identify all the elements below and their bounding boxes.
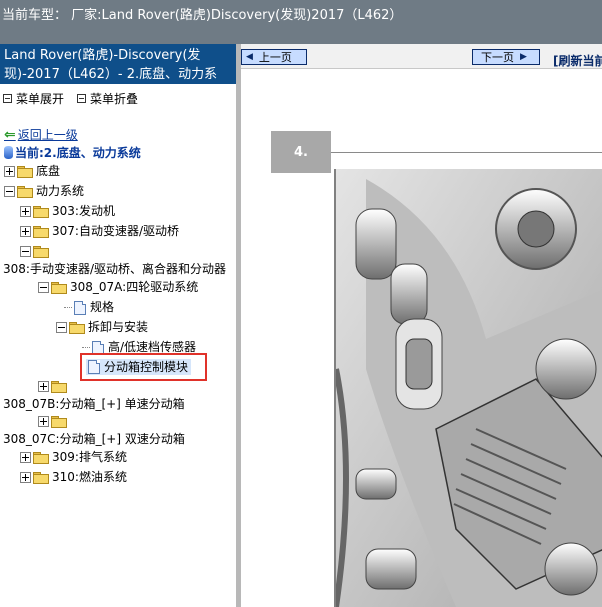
step-number-box: 4.	[271, 131, 331, 173]
tree-node-manual-transmission-folder[interactable]	[20, 243, 52, 260]
current-location: 当前:2.底盘、动力系统	[4, 144, 141, 161]
step-divider-line	[331, 152, 602, 153]
tree-node-powertrain[interactable]: 动力系统	[4, 183, 84, 200]
left-header-line1: Land Rover(路虎)-Discovery(发	[4, 48, 201, 63]
expand-plus-icon[interactable]	[20, 226, 31, 237]
expand-plus-icon[interactable]	[20, 452, 31, 463]
expand-icon	[3, 94, 12, 103]
content-panel: ◀ 上一页 下一页 ▶ [刷新当前 4.	[241, 44, 602, 607]
tree-node-exhaust[interactable]: 309:排气系统	[20, 449, 127, 466]
expand-plus-icon[interactable]	[20, 472, 31, 483]
tree-node-folder-collapsed-2[interactable]	[38, 413, 70, 430]
expand-plus-icon[interactable]	[4, 166, 15, 177]
tree-node-chassis[interactable]: 底盘	[4, 163, 60, 180]
tree-label: 308_07B:分动箱_[+] 单速分动箱	[3, 397, 185, 411]
tree-label: 309:排气系统	[52, 450, 127, 464]
database-icon	[4, 146, 13, 159]
collapse-minus-icon[interactable]	[4, 186, 15, 197]
vehicle-title: 当前车型： 厂家:Land Rover(路虎)Discovery(发现)2017…	[2, 8, 403, 23]
expand-label: 菜单展开	[16, 92, 65, 106]
current-label: 当前:2.底盘、动力系统	[15, 146, 141, 160]
expand-plus-icon[interactable]	[20, 206, 31, 217]
folder-icon	[17, 186, 33, 198]
tree-node-engine[interactable]: 303:发动机	[20, 203, 115, 220]
tree-label: 底盘	[36, 164, 61, 178]
top-header: 当前车型： 厂家:Land Rover(路虎)Discovery(发现)2017…	[0, 0, 602, 44]
menu-toolbar: 菜单展开 菜单折叠	[0, 88, 236, 108]
tree-node-specifications[interactable]: 规格	[64, 299, 114, 316]
folder-icon	[33, 206, 49, 218]
collapse-minus-icon[interactable]	[56, 322, 67, 333]
refresh-link[interactable]: [刷新当前	[553, 52, 602, 69]
tree-node-fuel[interactable]: 310:燃油系统	[20, 469, 127, 486]
document-icon	[88, 360, 100, 374]
folder-icon	[51, 381, 67, 393]
folder-icon	[51, 416, 67, 428]
tree-node-two-speed-transfer[interactable]: 308_07C:分动箱_[+] 双速分动箱	[3, 431, 185, 448]
back-link[interactable]: ⇐ 返回上一级	[4, 126, 78, 143]
document-icon	[74, 300, 86, 315]
folder-icon	[33, 226, 49, 238]
left-panel-header: Land Rover(路虎)-Discovery(发 现)-2017（L462）…	[0, 44, 236, 84]
left-header-line2: 现)-2017（L462）- 2.底盘、动力系统.	[4, 67, 218, 82]
collapse-label: 菜单折叠	[90, 92, 139, 106]
tree-label: 拆卸与安装	[88, 320, 149, 334]
arrow-left-icon: ◀	[246, 52, 253, 62]
expand-plus-icon[interactable]	[38, 381, 49, 392]
back-label: 返回上一级	[17, 128, 78, 142]
tree-node-auto-transmission[interactable]: 307:自动变速器/驱动桥	[20, 223, 179, 240]
document-view: 4.	[241, 69, 602, 607]
tree-node-single-speed-transfer[interactable]: 308_07B:分动箱_[+] 单速分动箱	[3, 396, 185, 413]
tree-label: 307:自动变速器/驱动桥	[52, 224, 179, 238]
folder-icon	[69, 322, 85, 334]
step-number: 4.	[294, 144, 308, 160]
page-nav-bar: ◀ 上一页 下一页 ▶ [刷新当前	[241, 44, 602, 69]
tree-node-transfer-case-control-module[interactable]: 分动箱控制模块	[86, 359, 192, 375]
back-arrow-icon: ⇐	[4, 126, 16, 143]
next-page-label: 下一页	[481, 51, 514, 64]
folder-icon	[51, 282, 67, 294]
tree-node-folder-collapsed[interactable]	[38, 378, 70, 395]
arrow-right-icon: ▶	[520, 52, 527, 62]
tree-label: 规格	[90, 300, 115, 314]
tree-label: 310:燃油系统	[52, 470, 127, 484]
collapse-menu-button[interactable]: 菜单折叠	[77, 90, 138, 107]
collapse-icon	[77, 94, 86, 103]
tree-label: 分动箱控制模块	[104, 359, 189, 374]
tree-label: 303:发动机	[52, 204, 115, 218]
tree-node-manual-transmission[interactable]: 308:手动变速器/驱动桥、离合器和分动器	[3, 261, 226, 278]
folder-icon	[33, 246, 49, 258]
collapse-minus-icon[interactable]	[20, 246, 31, 257]
tree-node-4wd-system[interactable]: 308_07A:四轮驱动系统	[38, 279, 198, 296]
tree-label: 动力系统	[36, 184, 85, 198]
transfer-case-illustration	[336, 169, 602, 607]
tree-label: 308:手动变速器/驱动桥、离合器和分动器	[3, 262, 226, 276]
prev-page-button[interactable]: ◀ 上一页	[241, 49, 307, 65]
selected-highlight-box: 分动箱控制模块	[80, 353, 207, 381]
expand-plus-icon[interactable]	[38, 416, 49, 427]
tree-label: 308_07A:四轮驱动系统	[70, 280, 199, 294]
tree-label: 308_07C:分动箱_[+] 双速分动箱	[3, 432, 185, 446]
folder-icon	[33, 472, 49, 484]
collapse-minus-icon[interactable]	[38, 282, 49, 293]
folder-icon	[33, 452, 49, 464]
expand-menu-button[interactable]: 菜单展开	[3, 90, 64, 107]
tree-node-removal-installation[interactable]: 拆卸与安装	[56, 319, 148, 336]
next-page-button[interactable]: 下一页 ▶	[472, 49, 540, 65]
prev-page-label: 上一页	[258, 51, 292, 64]
procedure-illustration	[334, 169, 602, 607]
folder-icon	[17, 166, 33, 178]
left-panel: Land Rover(路虎)-Discovery(发 现)-2017（L462）…	[0, 44, 236, 607]
